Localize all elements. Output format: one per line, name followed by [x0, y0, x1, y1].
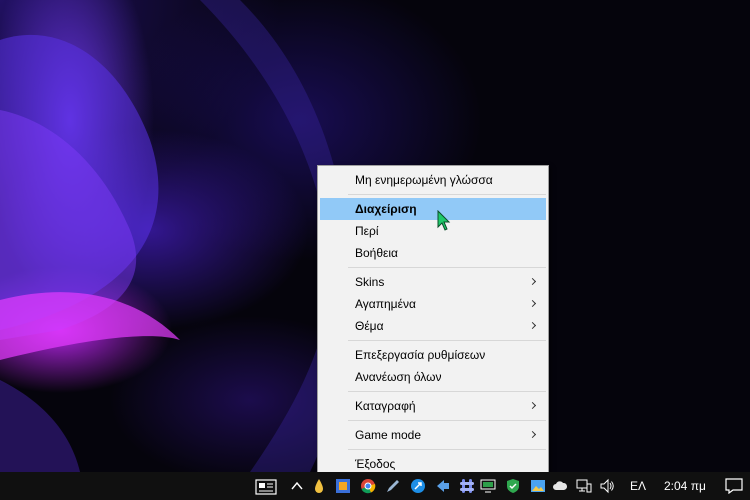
network-icon[interactable] — [576, 478, 592, 494]
menu-separator — [348, 194, 546, 195]
monitor-icon[interactable] — [480, 478, 496, 494]
menu-item-theme[interactable]: Θέμα — [320, 315, 546, 337]
menu-separator — [348, 267, 546, 268]
menu-item-manage[interactable]: Διαχείριση — [320, 198, 546, 220]
pen-icon[interactable] — [385, 478, 401, 494]
volume-icon[interactable] — [599, 478, 615, 494]
menu-item-label: Έξοδος — [355, 457, 396, 471]
chevron-right-icon — [530, 395, 538, 417]
menu-separator — [348, 420, 546, 421]
notification-icon[interactable] — [725, 478, 743, 494]
chrome-icon[interactable] — [360, 478, 376, 494]
menu-item-outdated-language[interactable]: Μη ενημερωμένη γλώσσα — [320, 169, 546, 191]
menu-item-label: Skins — [355, 275, 385, 289]
menu-item-about[interactable]: Περί — [320, 220, 546, 242]
menu-item-label: Βοήθεια — [355, 246, 398, 260]
grid-app-icon[interactable] — [335, 478, 351, 494]
chevron-right-icon — [530, 424, 538, 446]
menu-item-label: Αγαπημένα — [355, 297, 416, 311]
menu-item-label: Διαχείριση — [355, 202, 417, 216]
menu-item-logging[interactable]: Καταγραφή — [320, 395, 546, 417]
shield-check-icon[interactable] — [505, 478, 521, 494]
menu-separator — [348, 449, 546, 450]
chevron-up-icon[interactable] — [289, 478, 305, 494]
droplet-icon[interactable] — [311, 478, 327, 494]
clock[interactable]: 2:04 πμ — [664, 472, 706, 500]
news-widget-icon[interactable] — [255, 479, 277, 495]
menu-item-help[interactable]: Βοήθεια — [320, 242, 546, 264]
chevron-right-icon — [530, 271, 538, 293]
menu-item-refresh-all[interactable]: Ανανέωση όλων — [320, 366, 546, 388]
menu-item-label: Θέμα — [355, 319, 384, 333]
menu-separator — [348, 391, 546, 392]
cloud-icon[interactable] — [552, 478, 568, 494]
menu-item-label: Game mode — [355, 428, 422, 442]
chevron-right-icon — [530, 315, 538, 337]
menu-item-label: Μη ενημερωμένη γλώσσα — [355, 173, 493, 187]
menu-separator — [348, 340, 546, 341]
photos-icon[interactable] — [530, 478, 546, 494]
menu-item-label: Καταγραφή — [355, 399, 416, 413]
menu-item-label: Περί — [355, 224, 379, 238]
menu-item-label: Επεξεργασία ρυθμίσεων — [355, 348, 486, 362]
menu-item-label: Ανανέωση όλων — [355, 370, 442, 384]
menu-item-skins[interactable]: Skins — [320, 271, 546, 293]
language-indicator[interactable]: ΕΛ — [630, 472, 646, 500]
menu-item-edit-settings[interactable]: Επεξεργασία ρυθμίσεων — [320, 344, 546, 366]
slack-icon[interactable] — [459, 478, 475, 494]
chevron-right-icon — [530, 293, 538, 315]
feather-icon[interactable] — [410, 478, 426, 494]
context-menu: Μη ενημερωμένη γλώσσα Διαχείριση Περί Βο… — [317, 165, 549, 483]
arrow-app-icon[interactable] — [435, 478, 451, 494]
taskbar: ΕΛ 2:04 πμ — [0, 472, 750, 500]
mouse-cursor-icon — [437, 210, 451, 231]
menu-item-game-mode[interactable]: Game mode — [320, 424, 546, 446]
menu-item-favorites[interactable]: Αγαπημένα — [320, 293, 546, 315]
